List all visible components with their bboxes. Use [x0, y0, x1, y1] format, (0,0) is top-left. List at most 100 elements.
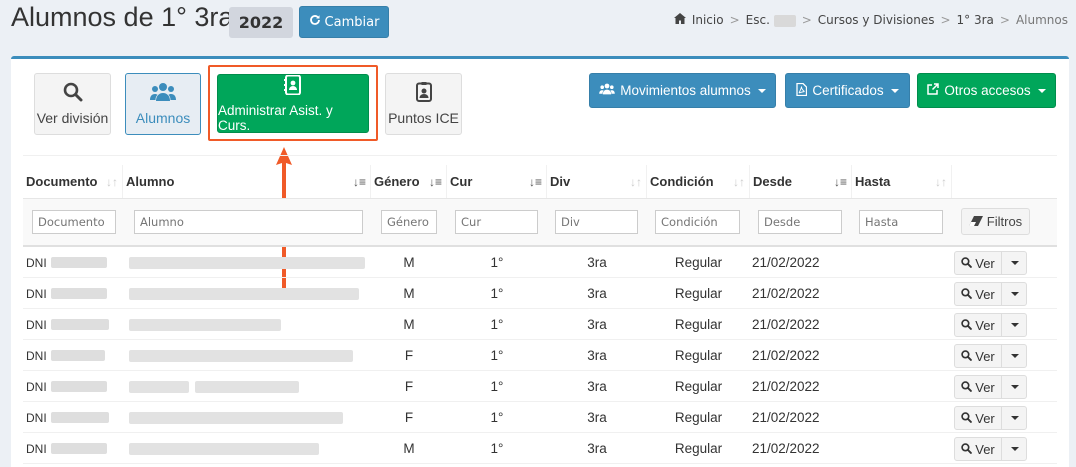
redacted-document: [50, 350, 105, 361]
home-icon: [673, 13, 686, 27]
cell-alumno[interactable]: [129, 340, 371, 371]
view-button[interactable]: Ver: [954, 313, 1002, 337]
column-header-genero[interactable]: Género ↓≡: [371, 165, 447, 198]
view-button[interactable]: Ver: [954, 344, 1002, 368]
filters-button[interactable]: Filtros: [961, 208, 1030, 235]
cell-desde: 21/02/2022: [752, 441, 820, 456]
caret-down-icon: [757, 88, 766, 93]
filter-alumno-input[interactable]: [134, 210, 363, 234]
cell-div: 3ra: [587, 410, 607, 425]
cell-genero: M: [403, 441, 415, 456]
certificates-label: Certificados: [812, 83, 884, 98]
view-button[interactable]: Ver: [954, 437, 1002, 461]
view-dropdown-toggle[interactable]: [1001, 282, 1027, 306]
table-row: DNI F 1° 3ra Regular 21/02/2022 Ver: [23, 371, 1057, 402]
column-header-div[interactable]: Div ↓↑: [547, 165, 647, 198]
cell-cur: 1°: [490, 255, 504, 270]
table-row: DNI M 1° 3ra Regular 21/02/2022 Ver: [23, 247, 1057, 278]
other-access-label: Otros accesos: [944, 83, 1031, 98]
redacted-name: [129, 256, 365, 269]
cell-div: 3ra: [587, 286, 607, 301]
year-badge: 2022: [229, 7, 293, 38]
sort-icon: ↓↑: [630, 174, 642, 189]
cell-div: 3ra: [587, 255, 607, 270]
filter-documento-input[interactable]: [32, 210, 116, 234]
view-dropdown-toggle[interactable]: [1001, 375, 1027, 399]
cell-alumno[interactable]: [129, 278, 371, 309]
breadcrumb-division[interactable]: 1° 3ra: [957, 13, 994, 27]
filter-div-input[interactable]: [555, 210, 638, 234]
search-icon: [961, 349, 973, 364]
breadcrumb-courses[interactable]: Cursos y Divisiones: [818, 13, 935, 27]
cell-alumno[interactable]: [129, 433, 371, 464]
cell-cur: 1°: [490, 286, 504, 301]
view-dropdown-toggle[interactable]: [1001, 406, 1027, 430]
view-button[interactable]: Ver: [954, 375, 1002, 399]
view-dropdown-toggle[interactable]: [1001, 313, 1027, 337]
sort-icon: ↓↑: [935, 174, 947, 189]
cell-alumno[interactable]: [129, 247, 371, 278]
redacted-document: [50, 319, 109, 330]
sort-icon: ↓↑: [106, 174, 118, 189]
divider: [23, 155, 1057, 156]
manage-attendance-button[interactable]: Administrar Asist. y Curs.: [217, 74, 369, 133]
cell-condicion: Regular: [674, 255, 723, 270]
filters-label: Filtros: [986, 214, 1023, 229]
cell-genero: M: [403, 255, 415, 270]
students-button[interactable]: Alumnos: [125, 73, 201, 135]
filter-cur-input[interactable]: [455, 210, 538, 234]
cell-alumno[interactable]: [129, 309, 371, 340]
caret-down-icon: [1011, 261, 1019, 265]
caret-down-icon: [1011, 447, 1019, 451]
column-header-documento[interactable]: Documento ↓↑: [23, 165, 123, 198]
view-button[interactable]: Ver: [954, 406, 1002, 430]
cell-hasta: [854, 402, 952, 433]
cell-documento: DNI: [26, 247, 123, 278]
caret-down-icon: [1011, 354, 1019, 358]
column-header-alumno[interactable]: Alumno ↓≡: [123, 165, 371, 198]
cell-hasta: [854, 433, 952, 464]
external-link-icon: [927, 83, 940, 98]
view-button[interactable]: Ver: [954, 251, 1002, 275]
view-dropdown-toggle[interactable]: [1001, 437, 1027, 461]
cell-desde: 21/02/2022: [752, 286, 820, 301]
search-icon: [961, 318, 973, 333]
student-movements-dropdown[interactable]: Movimientos alumnos: [589, 73, 776, 108]
cell-genero: F: [404, 379, 414, 394]
sort-desc-icon: ↓≡: [833, 174, 847, 189]
breadcrumb-home[interactable]: Inicio: [692, 13, 724, 27]
view-dropdown-toggle[interactable]: [1001, 344, 1027, 368]
change-button[interactable]: Cambiar: [299, 6, 389, 38]
redacted-name: [129, 380, 189, 393]
redacted-name: [129, 318, 281, 331]
redacted-document: [50, 288, 107, 299]
filter-condicion-input[interactable]: [655, 210, 740, 234]
ice-points-button[interactable]: Puntos ICE: [385, 73, 462, 135]
certificates-dropdown[interactable]: Certificados: [785, 73, 910, 108]
column-header-desde[interactable]: Desde ↓≡: [750, 165, 852, 198]
cell-div: 3ra: [587, 379, 607, 394]
search-icon: [961, 256, 973, 271]
users-icon: [599, 83, 616, 98]
cell-alumno[interactable]: [129, 371, 371, 402]
column-header-cur[interactable]: Cur ↓≡: [447, 165, 547, 198]
cell-alumno[interactable]: [129, 402, 371, 433]
sort-desc-icon: ↓≡: [352, 174, 366, 189]
view-division-button[interactable]: Ver división: [34, 73, 111, 135]
view-dropdown-toggle[interactable]: [1001, 251, 1027, 275]
filter-hasta-input[interactable]: [859, 210, 943, 234]
column-header-hasta[interactable]: Hasta ↓↑: [852, 165, 952, 198]
filter-desde-input[interactable]: [758, 210, 842, 234]
page-title: Alumnos de 1° 3ra -: [11, 2, 250, 32]
caret-down-icon: [890, 88, 899, 93]
other-access-dropdown[interactable]: Otros accesos: [917, 73, 1056, 108]
table-row: DNI F 1° 3ra Regular 21/02/2022 Ver: [23, 402, 1057, 433]
breadcrumb-school[interactable]: Esc.: [746, 13, 796, 27]
refresh-icon: [309, 14, 321, 30]
filter-genero-input[interactable]: [381, 210, 437, 234]
breadcrumb-current: Alumnos: [1015, 13, 1068, 27]
caret-down-icon: [1037, 88, 1046, 93]
view-button[interactable]: Ver: [954, 282, 1002, 306]
redacted-name: [129, 442, 319, 455]
column-header-condicion[interactable]: Condición ↓↑: [647, 165, 750, 198]
